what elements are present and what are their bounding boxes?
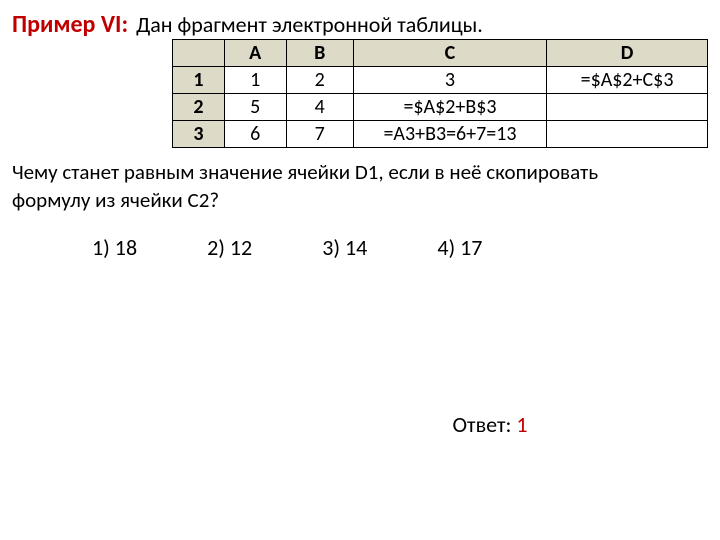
col-header-c: C	[353, 40, 546, 67]
answer-label: Ответ:	[452, 411, 516, 438]
corner-cell	[173, 40, 225, 67]
option-1: 1) 18	[92, 234, 137, 261]
cell: 1	[224, 67, 286, 94]
col-header-b: B	[286, 40, 353, 67]
table-row: 1 1 2 3 =$A$2+C$3	[173, 67, 708, 94]
option-2: 2) 12	[207, 234, 252, 261]
cell: 3	[353, 67, 546, 94]
table-row: 3 6 7 =A3+B3=6+7=13	[173, 121, 708, 148]
col-header-a: A	[224, 40, 286, 67]
row-header: 2	[173, 94, 225, 121]
cell: 6	[224, 121, 286, 148]
table-row: 2 5 4 =$A$2+B$3	[173, 94, 708, 121]
cell: 7	[286, 121, 353, 148]
spreadsheet-fragment: A B C D 1 1 2 3 =$A$2+C$3 2 5 4 =$A$2+B$…	[172, 39, 708, 148]
option-3: 3) 14	[322, 234, 367, 261]
example-label: Пример VI:	[12, 10, 128, 39]
cell: =$A$2+B$3	[353, 94, 546, 121]
spreadsheet-table: A B C D 1 1 2 3 =$A$2+C$3 2 5 4 =$A$2+B$…	[172, 39, 708, 148]
cell: 4	[286, 94, 353, 121]
answer-value: 1	[516, 411, 527, 438]
cell: =$A$2+C$3	[547, 67, 708, 94]
cell: 2	[286, 67, 353, 94]
row-header: 3	[173, 121, 225, 148]
col-header-d: D	[547, 40, 708, 67]
answer-options: 1) 18 2) 12 3) 14 4) 17	[92, 234, 708, 261]
question-line-1: Чему станет равным значение ячейки D1, е…	[12, 159, 598, 185]
option-4: 4) 17	[437, 234, 482, 261]
answer-line: Ответ: 1	[12, 411, 708, 438]
cell	[547, 94, 708, 121]
question-line-2: формулу из ячейки C2?	[12, 187, 219, 213]
question-text: Чему станет равным значение ячейки D1, е…	[12, 158, 708, 214]
cell: =A3+B3=6+7=13	[353, 121, 546, 148]
cell	[547, 121, 708, 148]
row-header: 1	[173, 67, 225, 94]
cell: 5	[224, 94, 286, 121]
given-text: Дан фрагмент электронной таблицы.	[136, 11, 483, 38]
